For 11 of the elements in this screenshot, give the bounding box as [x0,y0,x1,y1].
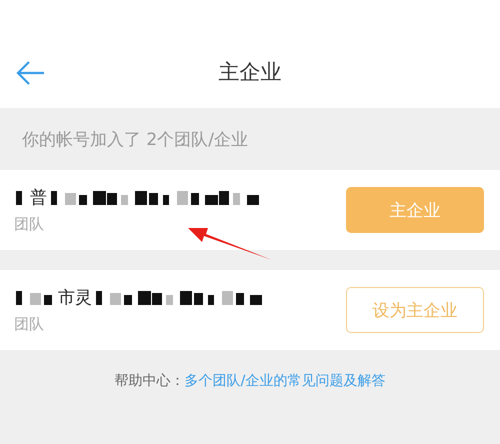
team-type: 团队 [14,314,45,334]
team-name: 普 [30,187,47,209]
team-name: 市灵 [58,287,92,309]
page-title: 主企业 [218,59,282,86]
back-arrow-icon[interactable] [16,60,46,86]
help-link[interactable]: 多个团队/企业的常见问题及解答 [184,372,386,390]
team-type: 团队 [14,214,45,234]
main-company-button[interactable]: 主企业 [346,187,484,233]
set-main-button[interactable]: 设为主企业 [346,287,484,333]
team-count-text: 你的帐号加入了 2个团队/企业 [22,128,248,150]
help-label: 帮助中心： [114,372,185,390]
